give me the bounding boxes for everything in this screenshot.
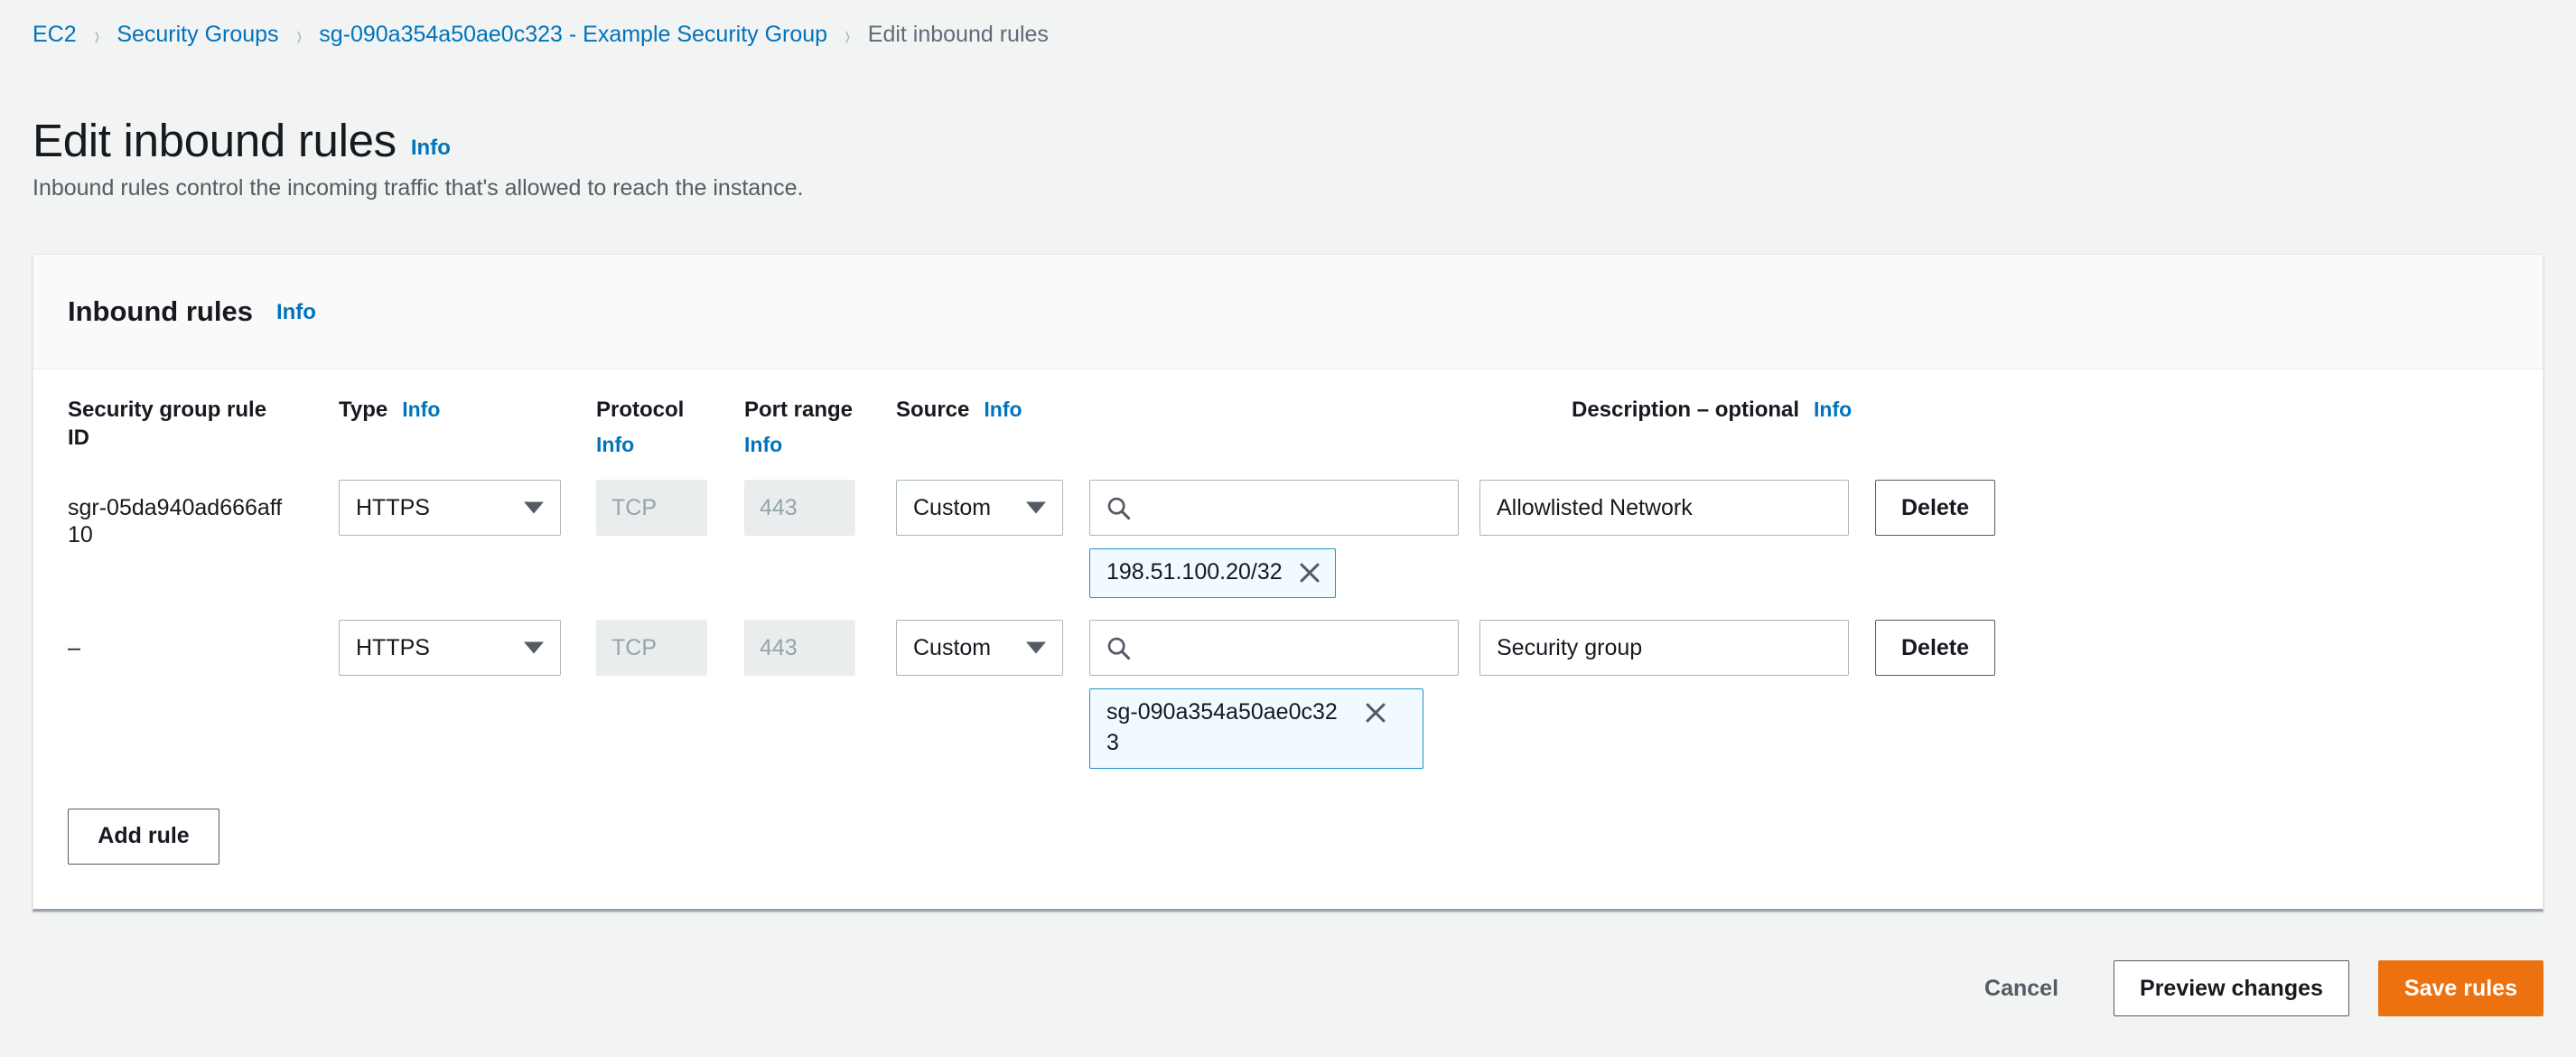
description-cell: Security group (1479, 620, 1849, 676)
add-rule-button[interactable]: Add rule (68, 809, 219, 865)
column-header-type-info-link[interactable]: Info (402, 397, 440, 423)
breadcrumb-item-security-groups[interactable]: Security Groups (117, 22, 278, 48)
close-icon[interactable] (1363, 700, 1388, 725)
description-value: Allowlisted Network (1497, 495, 1693, 521)
column-header-protocol-info-link[interactable]: Info (596, 432, 707, 458)
port-range-input: 443 (744, 620, 855, 676)
source-type-cell: Custom (896, 620, 1063, 676)
column-header-source: Source Info (896, 397, 1233, 425)
source-value-cell: sg-090a354a50ae0c323 (1089, 620, 1459, 769)
column-header-source-label: Source (896, 397, 969, 425)
column-header-protocol: Protocol Info (596, 397, 707, 458)
column-header-description-label: Description – optional (1572, 397, 1799, 425)
source-value-cell: 198.51.100.20/32 (1089, 480, 1459, 598)
type-select-cell: HTTPS (339, 620, 561, 676)
description-input[interactable]: Security group (1479, 620, 1849, 676)
protocol-input: TCP (596, 620, 707, 676)
row-actions-cell: Delete (1875, 620, 2020, 676)
type-select[interactable]: HTTPS (339, 480, 561, 536)
column-header-description-info-link[interactable]: Info (1814, 397, 1852, 423)
page-title-info-link[interactable]: Info (411, 136, 451, 161)
port-range-value: 443 (760, 495, 798, 521)
breadcrumb-item-current: Edit inbound rules (868, 22, 1049, 48)
column-header-description: Description – optional Info (1572, 397, 1941, 425)
save-rules-button[interactable]: Save rules (2378, 960, 2543, 1016)
page-description: Inbound rules control the incoming traff… (33, 173, 803, 203)
close-icon[interactable] (1297, 560, 1322, 585)
chevron-down-icon (524, 642, 544, 654)
source-type-select[interactable]: Custom (896, 620, 1063, 676)
source-type-value: Custom (913, 495, 991, 521)
page-title: Edit inbound rules (33, 117, 397, 164)
footer-actions: Cancel Preview changes Save rules (1958, 960, 2543, 1016)
protocol-input: TCP (596, 480, 707, 536)
description-cell: Allowlisted Network (1479, 480, 1849, 536)
panel-header: Inbound rules Info (33, 255, 2543, 369)
table-header-row: Security group rule ID Type Info Protoco… (68, 369, 2508, 458)
edit-inbound-rules-page: EC2 › Security Groups › sg-090a354a50ae0… (0, 0, 2576, 1057)
delete-rule-button[interactable]: Delete (1875, 480, 1995, 536)
chevron-down-icon (1026, 502, 1046, 514)
source-token[interactable]: sg-090a354a50ae0c323 (1089, 688, 1423, 769)
protocol-cell: TCP (596, 620, 707, 676)
panel-title: Inbound rules (68, 295, 253, 328)
protocol-cell: TCP (596, 480, 707, 536)
protocol-value: TCP (611, 635, 657, 661)
preview-changes-button[interactable]: Preview changes (2114, 960, 2349, 1016)
type-select[interactable]: HTTPS (339, 620, 561, 676)
port-range-value: 443 (760, 635, 798, 661)
port-range-cell: 443 (744, 480, 855, 536)
source-token-label: 198.51.100.20/32 (1106, 557, 1283, 587)
type-select-value: HTTPS (356, 495, 430, 521)
breadcrumb-item-security-group[interactable]: sg-090a354a50ae0c323 - Example Security … (319, 22, 827, 48)
breadcrumb: EC2 › Security Groups › sg-090a354a50ae0… (33, 18, 1049, 51)
breadcrumb-separator-icon: › (94, 20, 98, 50)
description-input[interactable]: Allowlisted Network (1479, 480, 1849, 536)
source-token-label: sg-090a354a50ae0c323 (1106, 697, 1349, 758)
column-header-port-range-label: Port range (744, 397, 853, 425)
column-header-type: Type Info (339, 397, 561, 425)
port-range-cell: 443 (744, 620, 855, 676)
cancel-button[interactable]: Cancel (1958, 960, 2085, 1016)
column-header-rule-id: Security group rule ID (68, 397, 292, 452)
source-type-select[interactable]: Custom (896, 480, 1063, 536)
description-value: Security group (1497, 635, 1642, 661)
type-select-cell: HTTPS (339, 480, 561, 536)
source-type-cell: Custom (896, 480, 1063, 536)
breadcrumb-item-ec2[interactable]: EC2 (33, 22, 77, 48)
column-header-type-label: Type (339, 397, 387, 425)
chevron-down-icon (1026, 642, 1046, 654)
source-search-input[interactable] (1089, 620, 1459, 676)
row-actions-cell: Delete (1875, 480, 2020, 536)
rule-id-value: sgr-05da940ad666aff10 (68, 480, 292, 548)
source-type-value: Custom (913, 635, 991, 661)
chevron-down-icon (524, 502, 544, 514)
table-row: – HTTPS TCP 443 (68, 598, 2508, 769)
column-header-port-range: Port range Info (744, 397, 855, 458)
panel-info-link[interactable]: Info (276, 300, 316, 325)
column-header-port-range-info-link[interactable]: Info (744, 432, 855, 458)
column-header-source-info-link[interactable]: Info (984, 397, 1022, 423)
search-icon (1106, 496, 1131, 520)
breadcrumb-separator-icon: › (845, 20, 850, 50)
table-row: sgr-05da940ad666aff10 HTTPS TCP (68, 458, 2508, 598)
rule-id-value: – (68, 620, 292, 661)
column-header-protocol-label: Protocol (596, 397, 684, 425)
delete-rule-button[interactable]: Delete (1875, 620, 1995, 676)
add-rule-wrapper: Add rule (33, 769, 2543, 865)
port-range-input: 443 (744, 480, 855, 536)
search-icon (1106, 636, 1131, 660)
breadcrumb-separator-icon: › (296, 20, 301, 50)
source-search-input[interactable] (1089, 480, 1459, 536)
type-select-value: HTTPS (356, 635, 430, 661)
inbound-rules-table: Security group rule ID Type Info Protoco… (33, 369, 2543, 769)
protocol-value: TCP (611, 495, 657, 521)
inbound-rules-panel: Inbound rules Info Security group rule I… (33, 254, 2543, 912)
source-token[interactable]: 198.51.100.20/32 (1089, 548, 1336, 598)
